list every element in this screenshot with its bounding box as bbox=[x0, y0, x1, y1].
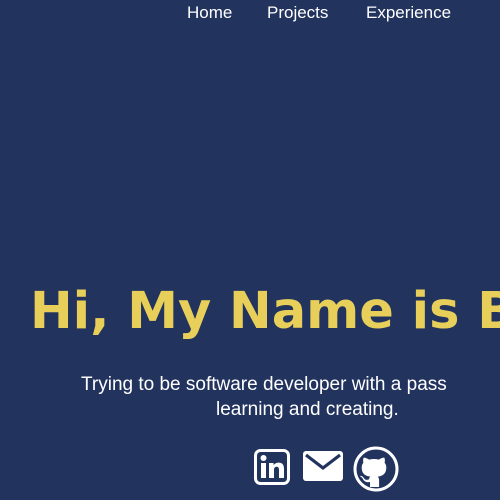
email-icon bbox=[303, 451, 343, 481]
linkedin-icon bbox=[254, 449, 290, 485]
nav-link-experience[interactable]: Experience bbox=[366, 4, 451, 22]
email-link[interactable] bbox=[303, 451, 343, 481]
hero-subtitle-line-2: learning and creating. bbox=[216, 399, 399, 420]
social-links bbox=[0, 446, 500, 492]
nav-link-home[interactable]: Home bbox=[187, 4, 232, 22]
top-nav: Home Projects Experience bbox=[0, 0, 500, 28]
linkedin-link[interactable] bbox=[254, 449, 290, 485]
nav-link-projects[interactable]: Projects bbox=[267, 4, 328, 22]
hero-subtitle-line-1: Trying to be software developer with a p… bbox=[81, 374, 447, 395]
hero-title: Hi, My Name is B bbox=[30, 282, 500, 341]
github-link[interactable] bbox=[353, 446, 399, 492]
github-icon bbox=[353, 446, 399, 492]
